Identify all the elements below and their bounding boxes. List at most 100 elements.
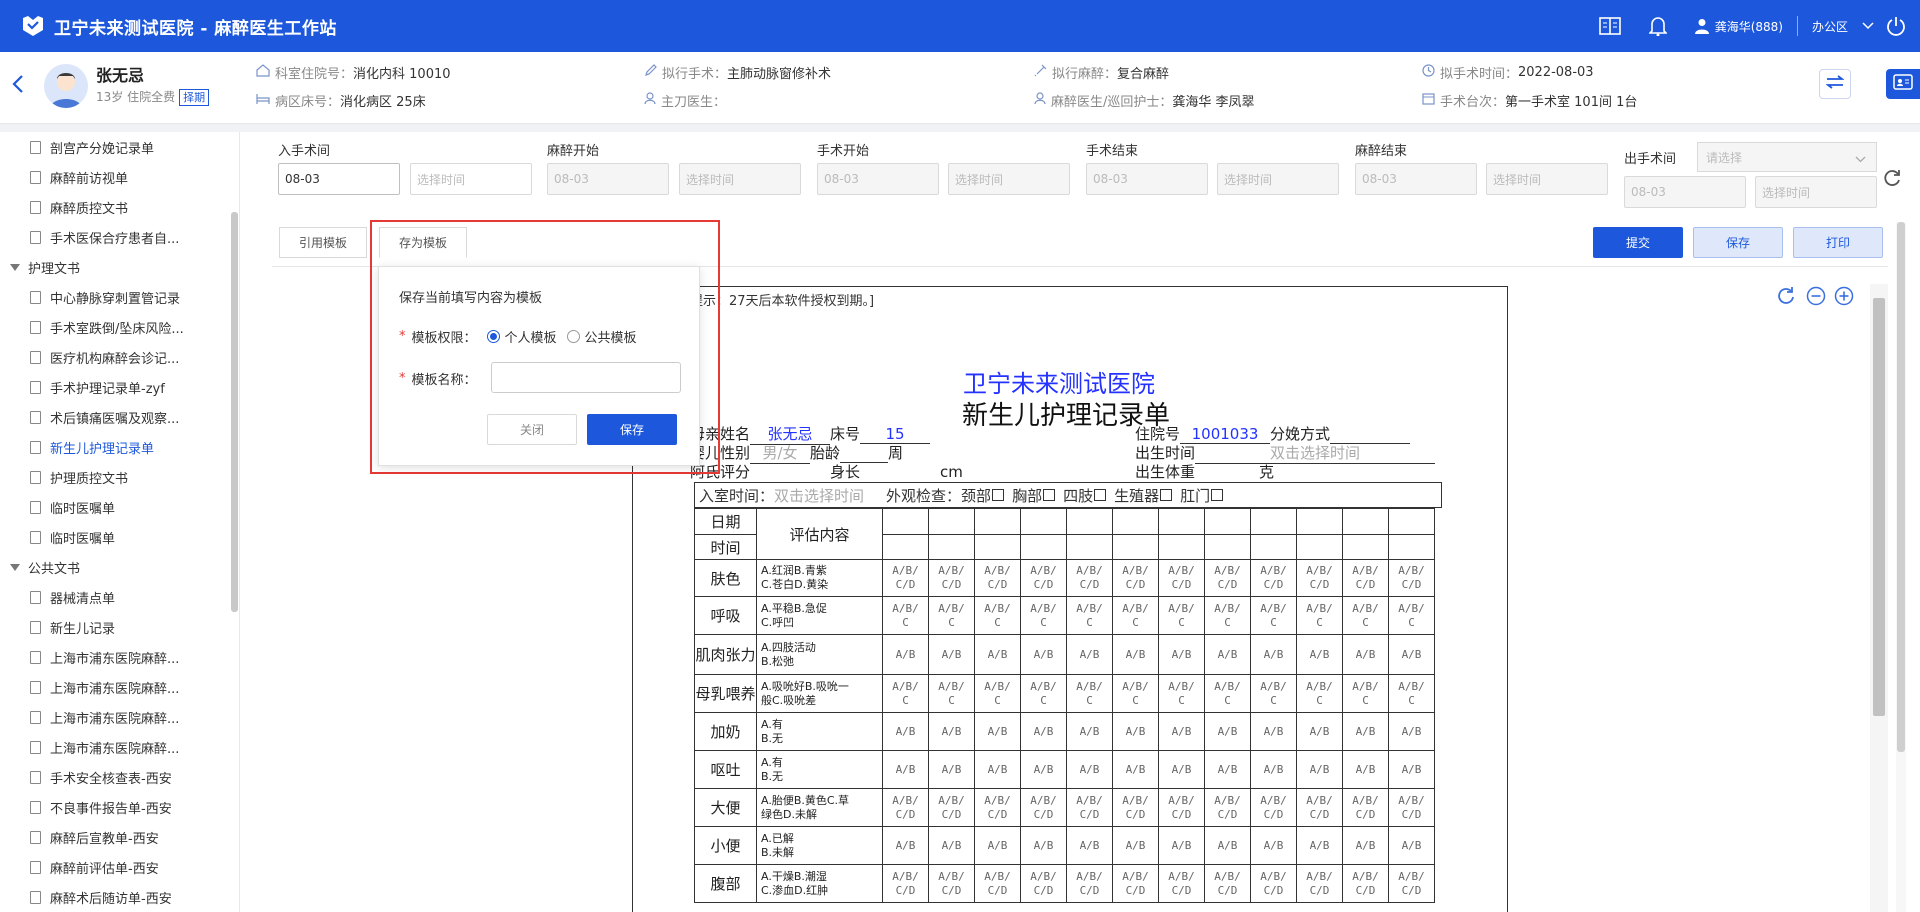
popover-close-button[interactable]: 关闭 xyxy=(487,414,577,445)
option-cell[interactable]: A/B xyxy=(1296,634,1343,675)
option-cell[interactable]: A/B/C/D xyxy=(1388,864,1435,903)
option-cell[interactable]: A/B xyxy=(1296,750,1343,789)
option-cell[interactable]: A/B xyxy=(1296,712,1343,751)
sidebar-item[interactable]: 护理质控文书 xyxy=(0,462,239,492)
date-cell[interactable] xyxy=(1020,508,1067,535)
sidebar-item[interactable]: 器械清点单 xyxy=(0,582,239,612)
save-button[interactable]: 保存 xyxy=(1693,227,1783,258)
option-cell[interactable]: A/B xyxy=(928,712,975,751)
option-cell[interactable]: A/B/C/D xyxy=(1020,559,1067,597)
option-cell[interactable]: A/B/C xyxy=(1296,674,1343,713)
reload-icon[interactable] xyxy=(1776,286,1796,306)
date-cell[interactable] xyxy=(974,508,1021,535)
page-scrollbar-thumb[interactable] xyxy=(1897,222,1905,752)
date-cell[interactable] xyxy=(1112,508,1159,535)
switch-patient-button[interactable] xyxy=(1819,69,1851,99)
radio-button[interactable] xyxy=(486,330,500,343)
sidebar-item[interactable]: 手术护理记录单-zyf xyxy=(0,372,239,402)
option-cell[interactable]: A/B xyxy=(1066,826,1113,865)
sidebar-item[interactable]: 临时医嘱单 xyxy=(0,492,239,522)
option-cell[interactable]: A/B/C/D xyxy=(1204,788,1251,827)
option-cell[interactable]: A/B/C/D xyxy=(1158,559,1205,597)
option-cell[interactable]: A/B/C/D xyxy=(928,559,975,597)
option-cell[interactable]: A/B xyxy=(1020,712,1067,751)
sidebar-item[interactable]: 上海市浦东医院麻醉... xyxy=(0,642,239,672)
date-cell[interactable] xyxy=(1250,508,1297,535)
option-cell[interactable]: A/B/C/D xyxy=(1250,559,1297,597)
exam-checkbox[interactable] xyxy=(1043,489,1056,501)
option-cell[interactable]: A/B xyxy=(1112,634,1159,675)
option-cell[interactable]: A/B/C/D xyxy=(1066,788,1113,827)
time-cell[interactable] xyxy=(1112,534,1159,560)
option-cell[interactable]: A/B xyxy=(882,712,929,751)
option-cell[interactable]: A/B xyxy=(1296,826,1343,865)
option-cell[interactable]: A/B xyxy=(1342,826,1389,865)
option-cell[interactable]: A/B xyxy=(1250,826,1297,865)
option-cell[interactable]: A/B/C/D xyxy=(1204,559,1251,597)
exam-checkbox[interactable] xyxy=(1211,489,1224,501)
anes-end-time-input[interactable]: 选择时间 xyxy=(1486,163,1608,195)
option-cell[interactable]: A/B/C/D xyxy=(1296,864,1343,903)
option-cell[interactable]: A/B/C xyxy=(1342,596,1389,635)
time-cell[interactable] xyxy=(1066,534,1113,560)
sidebar-item[interactable]: 手术医保合疗患者自... xyxy=(0,222,239,252)
option-cell[interactable]: A/B/C/D xyxy=(928,864,975,903)
option-cell[interactable]: A/B/C xyxy=(1066,596,1113,635)
option-cell[interactable]: A/B/C/D xyxy=(1388,559,1435,597)
option-cell[interactable]: A/B xyxy=(1250,750,1297,789)
option-cell[interactable]: A/B xyxy=(1388,826,1435,865)
option-cell[interactable]: A/B/C/D xyxy=(1342,788,1389,827)
sidebar-item[interactable]: 医疗机构麻醉会诊记... xyxy=(0,342,239,372)
option-cell[interactable]: A/B/C xyxy=(882,674,929,713)
option-cell[interactable]: A/B xyxy=(1342,750,1389,789)
option-cell[interactable]: A/B xyxy=(882,634,929,675)
option-cell[interactable]: A/B xyxy=(1250,712,1297,751)
sidebar-item-active[interactable]: 新生儿护理记录单 xyxy=(0,432,239,462)
date-cell[interactable] xyxy=(1158,508,1205,535)
option-cell[interactable]: A/B xyxy=(1342,712,1389,751)
sidebar-item[interactable]: 中心静脉穿刺置管记录 xyxy=(0,282,239,312)
option-cell[interactable]: A/B/C/D xyxy=(882,788,929,827)
option-cell[interactable]: A/B/C xyxy=(974,596,1021,635)
zoom-in-icon[interactable] xyxy=(1834,286,1854,306)
date-cell[interactable] xyxy=(1204,508,1251,535)
sidebar-item[interactable]: 手术室跌倒/坠床风险... xyxy=(0,312,239,342)
option-cell[interactable]: A/B/C/D xyxy=(1342,559,1389,597)
option-cell[interactable]: A/B/C xyxy=(1066,674,1113,713)
option-cell[interactable]: A/B/C/D xyxy=(1388,788,1435,827)
sidebar-item[interactable]: 麻醉术后随访单-西安 xyxy=(0,882,239,912)
option-cell[interactable]: A/B/C/D xyxy=(974,788,1021,827)
option-cell[interactable]: A/B xyxy=(1020,750,1067,789)
time-cell[interactable] xyxy=(928,534,975,560)
sidebar-group-public[interactable]: 公共文书 xyxy=(0,552,239,582)
option-cell[interactable]: A/B/C/D xyxy=(1250,864,1297,903)
option-cell[interactable]: A/B/C/D xyxy=(1204,864,1251,903)
option-cell[interactable]: A/B xyxy=(1020,826,1067,865)
option-cell[interactable]: A/B/C/D xyxy=(928,788,975,827)
surg-start-time-input[interactable]: 选择时间 xyxy=(948,163,1070,195)
option-cell[interactable]: A/B/C xyxy=(1250,674,1297,713)
option-cell[interactable]: A/B/C xyxy=(1250,596,1297,635)
in-room-time-input[interactable]: 选择时间 xyxy=(410,163,532,195)
option-cell[interactable]: A/B xyxy=(974,826,1021,865)
sidebar-item[interactable]: 手术安全核查表-西安 xyxy=(0,762,239,792)
option-cell[interactable]: A/B/C/D xyxy=(1342,864,1389,903)
option-cell[interactable]: A/B xyxy=(1342,634,1389,675)
date-cell[interactable] xyxy=(1296,508,1343,535)
option-cell[interactable]: A/B/C xyxy=(1342,674,1389,713)
option-cell[interactable]: A/B/C xyxy=(1388,596,1435,635)
chevron-down-icon[interactable] xyxy=(1862,22,1874,30)
option-cell[interactable]: A/B xyxy=(1112,712,1159,751)
popover-save-button[interactable]: 保存 xyxy=(587,414,677,445)
time-cell[interactable] xyxy=(1388,534,1435,560)
option-cell[interactable]: A/B/C/D xyxy=(882,864,929,903)
sidebar-item[interactable]: 麻醉质控文书 xyxy=(0,192,239,222)
option-cell[interactable]: A/B/C xyxy=(1112,674,1159,713)
option-cell[interactable]: A/B xyxy=(1066,634,1113,675)
option-cell[interactable]: A/B xyxy=(882,826,929,865)
option-cell[interactable]: A/B/C/D xyxy=(1020,788,1067,827)
print-button[interactable]: 打印 xyxy=(1793,227,1883,258)
book-icon[interactable] xyxy=(1598,17,1621,35)
exam-checkbox[interactable] xyxy=(992,489,1005,501)
option-cell[interactable]: A/B xyxy=(1204,750,1251,789)
